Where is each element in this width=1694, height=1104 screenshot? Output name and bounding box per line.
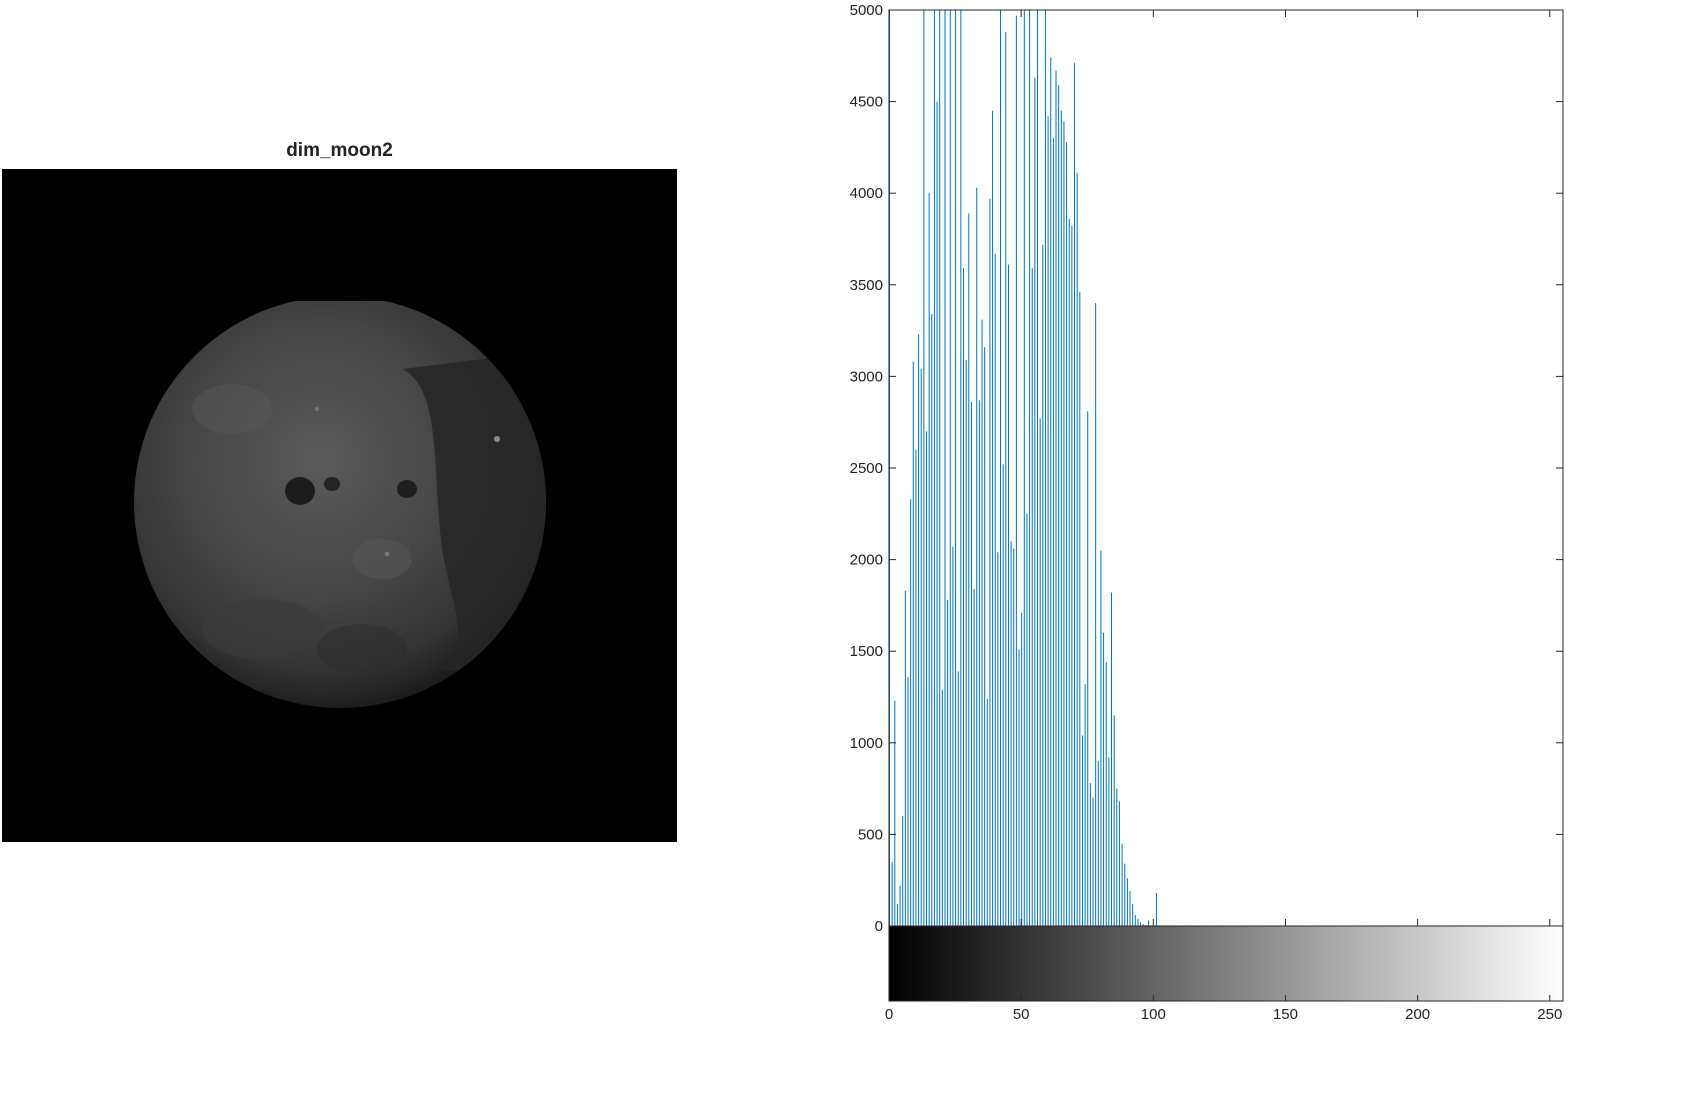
x-tick-label: 200	[1405, 1006, 1430, 1023]
y-tick-label: 0	[875, 918, 883, 935]
x-tick-label: 100	[1141, 1006, 1166, 1023]
y-tick-label: 5000	[850, 2, 883, 19]
histogram-chart: 0500100015002000250030003500400045005000…	[850, 2, 1564, 1023]
y-tick-label: 4500	[850, 94, 883, 111]
x-tick-label: 50	[1013, 1006, 1030, 1023]
histogram-bars	[889, 10, 1157, 926]
x-tick-label: 0	[885, 1006, 893, 1023]
y-tick-label: 1500	[850, 643, 883, 660]
y-tick-label: 4000	[850, 185, 883, 202]
x-axis-top-ticks	[888, 10, 1551, 926]
grayscale-colorbar	[889, 926, 1563, 1001]
y-tick-label: 3500	[850, 277, 883, 294]
y-tick-label: 2500	[850, 460, 883, 477]
x-tick-label: 250	[1537, 1006, 1562, 1023]
y-tick-label: 1000	[850, 735, 883, 752]
y-axis: 0 500 1000 1500 2000 2500 3000 3500 4000 4500 5000	[850, 2, 1563, 935]
y-tick-label: 500	[858, 826, 883, 843]
y-tick-label: 3000	[850, 368, 883, 385]
x-tick-label: 150	[1273, 1006, 1298, 1023]
y-tick-label: 2000	[850, 552, 883, 569]
